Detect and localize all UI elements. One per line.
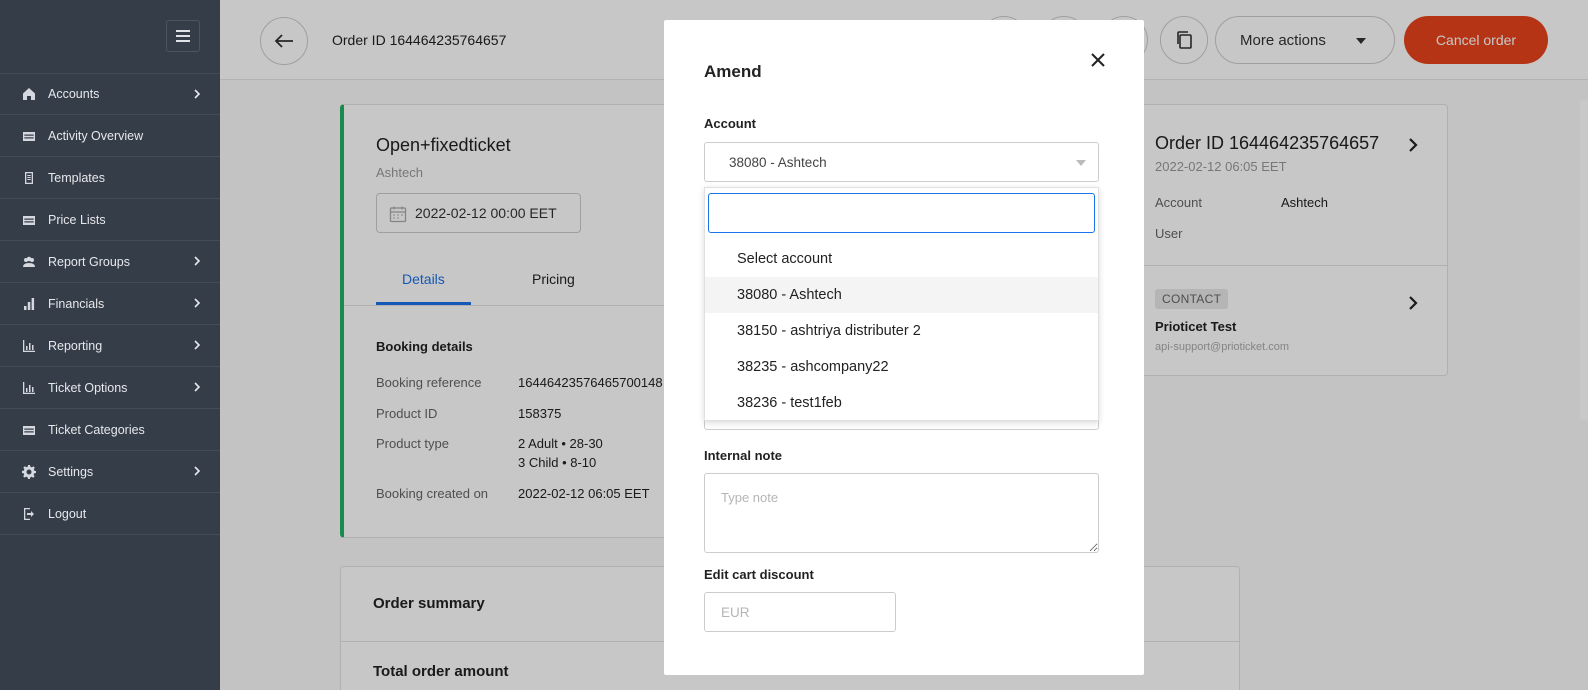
internal-note-textarea[interactable] — [704, 473, 1099, 553]
logout-icon — [22, 507, 36, 521]
chevron-right-icon — [192, 297, 202, 309]
amend-modal: Amend Account 38080 - Ashtech Select acc… — [664, 20, 1144, 675]
chevron-right-icon — [192, 465, 202, 477]
document-icon — [22, 171, 36, 185]
account-field-label: Account — [704, 116, 756, 131]
modal-title: Amend — [704, 62, 762, 81]
account-option[interactable]: 38236 - test1feb — [705, 385, 1098, 421]
table-icon — [22, 129, 36, 143]
sidebar-item-settings[interactable]: Settings — [0, 451, 220, 493]
chart-icon — [22, 339, 36, 353]
menu-toggle-button[interactable] — [166, 20, 200, 52]
sidebar-item-ticket-categories[interactable]: Ticket Categories — [0, 409, 220, 451]
chevron-right-icon — [192, 381, 202, 393]
sidebar-item-label: Settings — [48, 464, 94, 479]
sidebar-item-report-groups[interactable]: Report Groups — [0, 241, 220, 283]
table-icon — [22, 423, 36, 437]
sidebar-item-label: Report Groups — [48, 254, 130, 269]
sidebar-item-label: Ticket Options — [48, 380, 128, 395]
sidebar-item-financials[interactable]: Financials — [0, 283, 220, 325]
sidebar-item-label: Reporting — [48, 338, 103, 353]
account-option[interactable]: 38150 - ashtriya distributer 2 — [705, 313, 1098, 349]
cart-discount-label: Edit cart discount — [704, 567, 814, 582]
sidebar-nav: Accounts Activity Overview Templates Price … — [0, 73, 220, 535]
account-select[interactable]: 38080 - Ashtech — [704, 142, 1099, 182]
sidebar-item-label: Ticket Categories — [48, 422, 145, 437]
chevron-right-icon — [192, 255, 202, 267]
account-select-value: 38080 - Ashtech — [729, 154, 827, 170]
account-option[interactable]: 38080 - Ashtech — [705, 277, 1098, 313]
hamburger-icon — [176, 30, 190, 42]
sidebar-item-label: Financials — [48, 296, 105, 311]
page-scrollbar[interactable] — [1580, 100, 1588, 420]
chevron-right-icon — [192, 88, 202, 100]
chart-icon — [22, 381, 36, 395]
sidebar-item-label: Accounts — [48, 87, 100, 101]
sidebar-item-label: Logout — [48, 506, 87, 521]
sidebar-item-label: Templates — [48, 170, 105, 185]
home-icon — [22, 87, 36, 101]
sidebar-item-activity-overview[interactable]: Activity Overview — [0, 115, 220, 157]
sidebar-item-templates[interactable]: Templates — [0, 157, 220, 199]
sidebar-item-label: Activity Overview — [48, 128, 144, 143]
cart-discount-input[interactable] — [704, 592, 896, 632]
bar-chart-icon — [22, 297, 36, 311]
internal-note-label: Internal note — [704, 448, 783, 463]
caret-down-icon — [1076, 160, 1086, 166]
sidebar-item-reporting[interactable]: Reporting — [0, 325, 220, 367]
sidebar: Accounts Activity Overview Templates Price … — [0, 0, 220, 690]
close-button[interactable] — [1088, 50, 1108, 70]
gear-icon — [22, 464, 36, 479]
close-icon — [1091, 53, 1105, 67]
sidebar-item-price-lists[interactable]: Price Lists — [0, 199, 220, 241]
account-option[interactable]: Select account — [705, 241, 1098, 277]
account-dropdown: Select account 38080 - Ashtech 38150 - ash… — [704, 187, 1099, 421]
sidebar-item-accounts[interactable]: Accounts — [0, 73, 220, 115]
sidebar-item-ticket-options[interactable]: Ticket Options — [0, 367, 220, 409]
table-icon — [22, 213, 36, 227]
chevron-right-icon — [192, 339, 202, 351]
sidebar-item-logout[interactable]: Logout — [0, 493, 220, 535]
account-search-input[interactable] — [708, 193, 1095, 233]
account-option[interactable]: 38235 - ashcompany22 — [705, 349, 1098, 385]
users-icon — [22, 255, 36, 269]
sidebar-item-label: Price Lists — [48, 212, 106, 227]
